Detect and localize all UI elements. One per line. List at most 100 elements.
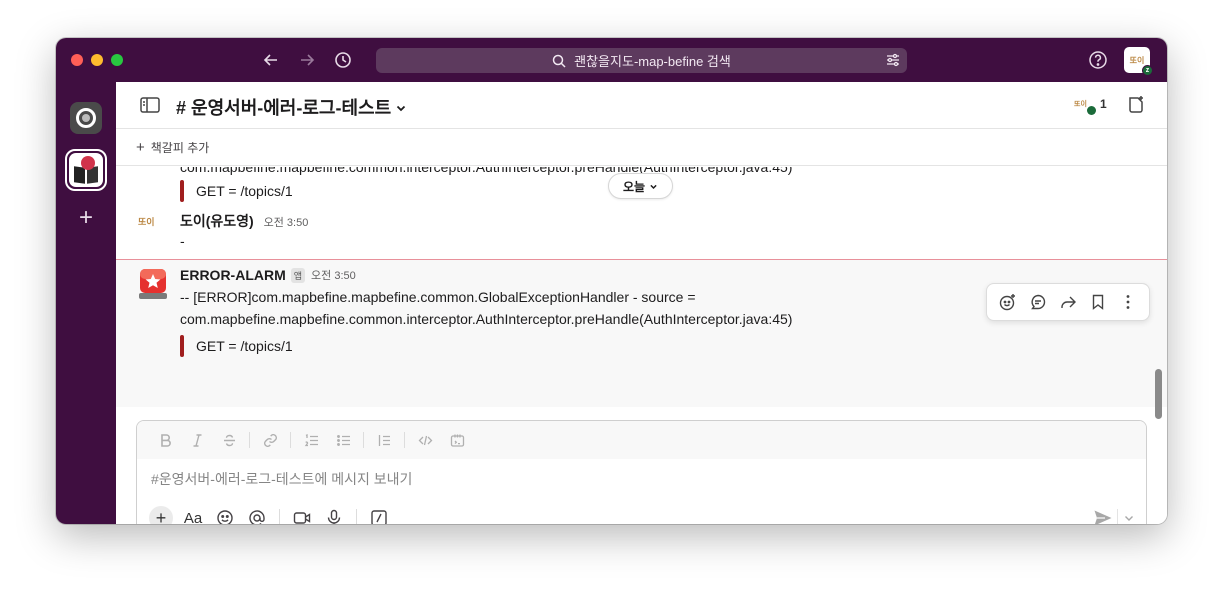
more-actions-icon[interactable] [1119, 293, 1137, 311]
audio-button[interactable] [318, 505, 350, 524]
code-block-icon [450, 434, 464, 447]
date-label: 오늘 [623, 179, 646, 194]
message-timestamp[interactable]: 오전 3:50 [264, 217, 309, 229]
help-icon [1089, 51, 1107, 69]
at-sign-icon [249, 510, 265, 524]
attachment-text: GET = /topics/1 [196, 183, 293, 199]
add-bookmark-button[interactable]: 책갈피 추가 [151, 139, 210, 156]
code-icon [418, 435, 432, 445]
user-avatar[interactable]: 또이 z [1124, 47, 1153, 76]
emoji-button[interactable] [209, 505, 241, 524]
attachment-text: GET = /topics/1 [196, 338, 293, 354]
message-actions-toolbar [986, 283, 1150, 321]
italic-button[interactable] [181, 433, 213, 448]
formatting-toggle-button[interactable]: Aa [177, 505, 209, 525]
message-timestamp[interactable]: 오전 3:50 [311, 267, 356, 283]
blockquote-button[interactable] [368, 433, 400, 448]
message-text: com.mapbefine.mapbefine.common.intercept… [180, 167, 793, 175]
channel-pane: # 운영서버-에러-로그-테스트 또이 1 + 책갈피 추가 com.mapbe… [116, 82, 1167, 524]
search-text: 괜찮을지도-map-befine 검색 [574, 54, 731, 69]
blockquote-icon [378, 434, 390, 446]
link-button[interactable] [254, 433, 286, 448]
divider [1117, 509, 1118, 524]
divider [249, 432, 250, 448]
channel-title[interactable]: # 운영서버-에러-로그-테스트 [176, 94, 407, 120]
user-avatar-text: 또이 [1129, 55, 1145, 65]
message-text: com.mapbefine.mapbefine.common.intercept… [180, 311, 793, 327]
canvas-icon[interactable] [1126, 95, 1146, 115]
add-reaction-icon[interactable] [999, 293, 1017, 311]
member-avatar: 또이 [1074, 96, 1096, 115]
video-camera-icon [293, 512, 311, 524]
siren-icon[interactable] [138, 268, 168, 300]
attachment-bar [180, 180, 184, 202]
ordered-list-button[interactable] [295, 433, 327, 448]
bullet-list-icon [336, 434, 350, 446]
search-input[interactable]: 괜찮을지도-map-befine 검색 [376, 48, 907, 73]
code-button[interactable] [409, 433, 441, 448]
divider [404, 432, 405, 448]
clock-icon [335, 52, 351, 68]
member-count: 1 [1100, 97, 1107, 111]
bookmark-icon[interactable] [1089, 293, 1107, 311]
sidebar-toggle-icon[interactable] [140, 97, 160, 113]
formatting-toolbar [137, 421, 1146, 459]
chevron-down-icon [397, 105, 406, 112]
scrollbar[interactable] [1155, 369, 1162, 419]
text-format-icon: Aa [183, 509, 203, 525]
microphone-icon [327, 509, 341, 524]
arrow-left-icon [263, 54, 277, 66]
link-icon [263, 433, 277, 447]
chevron-down-icon [650, 184, 657, 189]
workspace-logo-icon [76, 108, 96, 128]
mention-button[interactable] [241, 505, 273, 524]
reply-thread-icon[interactable] [1029, 293, 1047, 311]
chevron-down-icon[interactable] [1123, 512, 1135, 524]
add-workspace-button[interactable]: + [75, 206, 97, 230]
history-button[interactable] [332, 49, 354, 71]
search-icon [552, 54, 566, 68]
sender-name[interactable]: ERROR-ALARM [180, 267, 286, 283]
minimize-window-button[interactable] [91, 54, 103, 66]
channel-header: # 운영서버-에러-로그-테스트 또이 1 [116, 82, 1167, 129]
bold-icon [160, 433, 171, 447]
date-divider-button[interactable]: 오늘 [608, 173, 674, 199]
message-composer: #운영서버-에러-로그-테스트에 메시지 보내기 + Aa [136, 420, 1147, 524]
shortcuts-button[interactable] [363, 505, 395, 524]
bold-button[interactable] [149, 433, 181, 448]
message-header: 도이(유도영) 오전 3:50 [180, 211, 308, 231]
workspace-icon-1[interactable] [70, 102, 102, 134]
code-block-button[interactable] [441, 433, 473, 448]
attachment-bar [180, 335, 184, 357]
video-button[interactable] [286, 505, 318, 524]
ordered-list-icon [304, 433, 318, 446]
divider [279, 509, 280, 524]
attach-button[interactable]: + [145, 505, 177, 524]
avatar[interactable]: 또이 [138, 215, 168, 235]
divider [290, 432, 291, 448]
avatar-text: 또이 [138, 217, 155, 227]
divider [363, 432, 364, 448]
back-button[interactable] [260, 49, 282, 71]
message-text: -- [ERROR]com.mapbefine.mapbefine.common… [180, 289, 696, 305]
help-button[interactable] [1087, 49, 1109, 71]
bullet-list-button[interactable] [327, 433, 359, 448]
message-input[interactable]: #운영서버-에러-로그-테스트에 메시지 보내기 [151, 469, 412, 489]
forward-icon[interactable] [1059, 293, 1077, 311]
member-status-dot [1087, 106, 1096, 115]
zoom-window-button[interactable] [111, 54, 123, 66]
arrow-right-icon [301, 54, 315, 66]
plus-icon: + [149, 506, 173, 524]
message-item: 또이 도이(유도영) 오전 3:50 - [116, 203, 1167, 249]
strikethrough-icon [223, 434, 235, 446]
sender-name[interactable]: 도이(유도영) [180, 213, 254, 229]
book-bulb-icon [69, 153, 103, 187]
member-count-button[interactable]: 또이 1 [1074, 96, 1107, 115]
workspace-icon-active[interactable] [65, 149, 107, 191]
send-icon[interactable] [1093, 509, 1113, 524]
filter-icon[interactable] [885, 52, 901, 68]
emoji-icon [217, 510, 233, 524]
forward-button[interactable] [296, 49, 318, 71]
close-window-button[interactable] [71, 54, 83, 66]
strikethrough-button[interactable] [213, 433, 245, 448]
